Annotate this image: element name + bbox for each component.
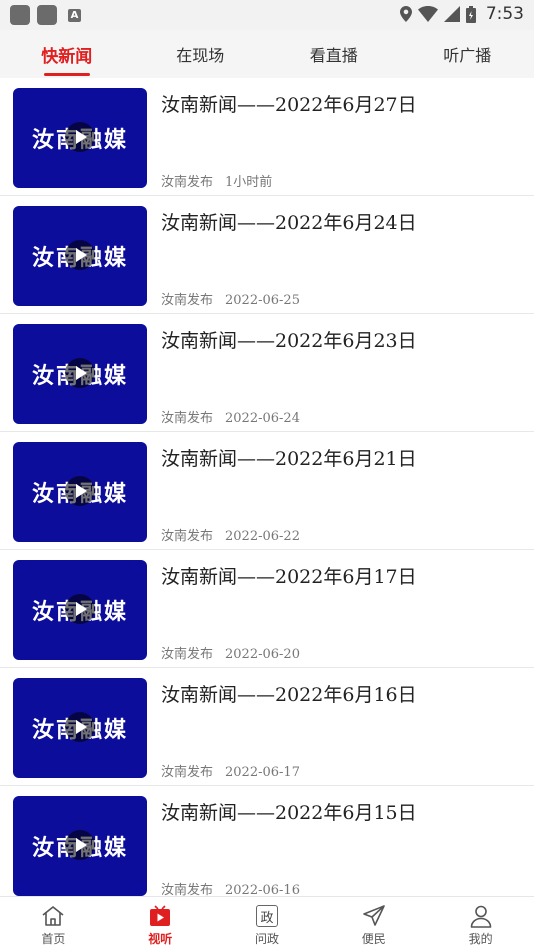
status-bar: A 7:53 bbox=[0, 0, 534, 30]
news-meta: 汝南发布 2022-06-22 bbox=[161, 525, 300, 544]
bottom-nav: 首页 视听 政 问政 便民 我的 bbox=[0, 896, 534, 950]
play-icon[interactable] bbox=[65, 476, 95, 506]
video-thumbnail[interactable]: 汝南融媒 bbox=[13, 678, 147, 778]
nav-wenzheng[interactable]: 政 问政 bbox=[214, 897, 321, 950]
video-thumbnail[interactable]: 汝南融媒 bbox=[13, 442, 147, 542]
list-item[interactable]: 汝南融媒 汝南新闻——2022年6月17日 汝南发布 2022-06-20 bbox=[0, 550, 534, 668]
news-source: 汝南发布 bbox=[161, 647, 214, 662]
news-source: 汝南发布 bbox=[161, 529, 214, 544]
tab-zai-xianchang[interactable]: 在现场 bbox=[134, 30, 268, 78]
tab-label: 看直播 bbox=[309, 46, 358, 65]
video-thumbnail[interactable]: 汝南融媒 bbox=[13, 324, 147, 424]
news-list: 汝南融媒 汝南新闻——2022年6月27日 汝南发布 1小时前 汝南融媒 汝南新闻… bbox=[0, 78, 534, 904]
nav-label: 首页 bbox=[41, 932, 66, 946]
video-thumbnail[interactable]: 汝南融媒 bbox=[13, 206, 147, 306]
news-source: 汝南发布 bbox=[161, 293, 214, 308]
home-icon bbox=[40, 903, 66, 929]
news-title[interactable]: 汝南新闻——2022年6月24日 bbox=[161, 208, 417, 235]
app-icon bbox=[37, 5, 57, 25]
clock: 7:53 bbox=[485, 4, 524, 24]
status-system: 7:53 bbox=[399, 4, 524, 24]
keyboard-a-icon: A bbox=[68, 8, 81, 22]
battery-icon bbox=[465, 5, 476, 23]
news-title[interactable]: 汝南新闻——2022年6月21日 bbox=[161, 444, 417, 471]
news-time: 2022-06-20 bbox=[225, 647, 300, 662]
play-icon[interactable] bbox=[65, 594, 95, 624]
news-title[interactable]: 汝南新闻——2022年6月16日 bbox=[161, 680, 417, 707]
tab-label: 听广播 bbox=[443, 46, 492, 65]
status-notifications: A bbox=[10, 5, 81, 25]
news-meta: 汝南发布 1小时前 bbox=[161, 171, 272, 190]
signal-icon bbox=[443, 6, 460, 22]
play-icon[interactable] bbox=[65, 358, 95, 388]
user-icon bbox=[468, 903, 494, 929]
play-icon[interactable] bbox=[65, 240, 95, 270]
tab-ting-guangbo[interactable]: 听广播 bbox=[401, 30, 534, 78]
wifi-icon bbox=[417, 6, 438, 22]
video-icon bbox=[147, 903, 173, 929]
news-time: 2022-06-24 bbox=[225, 411, 300, 426]
news-time: 2022-06-25 bbox=[225, 293, 300, 308]
play-icon[interactable] bbox=[65, 712, 95, 742]
tab-kuai-xinwen[interactable]: 快新闻 bbox=[0, 30, 134, 78]
list-item[interactable]: 汝南融媒 汝南新闻——2022年6月16日 汝南发布 2022-06-17 bbox=[0, 668, 534, 786]
news-time: 2022-06-22 bbox=[225, 529, 300, 544]
list-item[interactable]: 汝南融媒 汝南新闻——2022年6月15日 汝南发布2022-06-16 bbox=[0, 786, 534, 904]
play-icon[interactable] bbox=[65, 830, 95, 860]
news-time: 2022-06-17 bbox=[225, 765, 300, 780]
nav-wode[interactable]: 我的 bbox=[427, 897, 534, 950]
nav-label: 视听 bbox=[148, 932, 173, 946]
nav-bianmin[interactable]: 便民 bbox=[320, 897, 427, 950]
active-tab-indicator bbox=[43, 73, 90, 76]
nav-label: 问政 bbox=[254, 932, 279, 946]
play-icon[interactable] bbox=[65, 122, 95, 152]
tab-label: 快新闻 bbox=[41, 46, 93, 67]
nav-label: 便民 bbox=[361, 932, 386, 946]
tab-kan-zhibo[interactable]: 看直播 bbox=[267, 30, 401, 78]
news-time: 1小时前 bbox=[225, 175, 273, 190]
nav-shiting[interactable]: 视听 bbox=[107, 897, 214, 950]
send-icon bbox=[361, 903, 387, 929]
nav-home[interactable]: 首页 bbox=[0, 897, 107, 950]
video-thumbnail[interactable]: 汝南融媒 bbox=[13, 88, 147, 188]
news-title[interactable]: 汝南新闻——2022年6月23日 bbox=[161, 326, 417, 353]
list-item[interactable]: 汝南融媒 汝南新闻——2022年6月23日 汝南发布 2022-06-24 bbox=[0, 314, 534, 432]
video-thumbnail[interactable]: 汝南融媒 bbox=[13, 560, 147, 660]
news-source: 汝南发布 bbox=[161, 175, 214, 190]
news-title[interactable]: 汝南新闻——2022年6月17日 bbox=[161, 562, 417, 589]
list-item[interactable]: 汝南融媒 汝南新闻——2022年6月21日 汝南发布 2022-06-22 bbox=[0, 432, 534, 550]
news-source: 汝南发布 bbox=[161, 411, 214, 426]
news-meta: 汝南发布 2022-06-20 bbox=[161, 643, 300, 662]
zheng-icon-glyph: 政 bbox=[255, 905, 278, 927]
location-icon bbox=[399, 6, 412, 22]
app-icon bbox=[10, 5, 30, 25]
tab-label: 在现场 bbox=[176, 46, 225, 65]
news-source: 汝南发布 bbox=[161, 765, 214, 780]
news-meta: 汝南发布 2022-06-17 bbox=[161, 761, 300, 780]
list-item[interactable]: 汝南融媒 汝南新闻——2022年6月24日 汝南发布 2022-06-25 bbox=[0, 196, 534, 314]
video-thumbnail[interactable]: 汝南融媒 bbox=[13, 796, 147, 896]
news-meta: 汝南发布 2022-06-24 bbox=[161, 407, 300, 426]
nav-label: 我的 bbox=[468, 932, 493, 946]
news-meta: 汝南发布 2022-06-25 bbox=[161, 289, 300, 308]
list-item[interactable]: 汝南融媒 汝南新闻——2022年6月27日 汝南发布 1小时前 bbox=[0, 78, 534, 196]
news-title[interactable]: 汝南新闻——2022年6月15日 bbox=[161, 798, 417, 825]
zheng-icon: 政 bbox=[254, 903, 280, 929]
top-tab-bar: 快新闻 在现场 看直播 听广播 bbox=[0, 30, 534, 78]
news-title[interactable]: 汝南新闻——2022年6月27日 bbox=[161, 90, 417, 117]
